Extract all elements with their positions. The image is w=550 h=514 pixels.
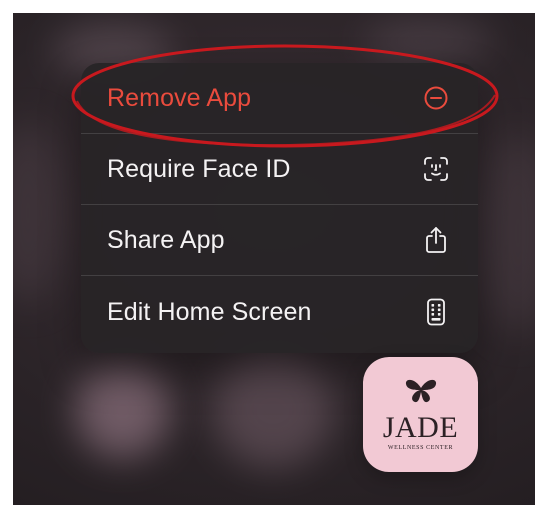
require-face-id-menu-item[interactable]: Require Face ID (81, 134, 478, 204)
blurred-app-icon (213, 353, 333, 468)
blurred-app-icon (75, 363, 170, 458)
blurred-app-icon (483, 133, 535, 333)
app-logo-subtext: WELLNESS CENTER (387, 445, 454, 451)
share-app-menu-item[interactable]: Share App (81, 205, 478, 275)
home-screen-background: Remove App Require Face ID Share App Edi… (13, 13, 535, 505)
blurred-app-icon (363, 21, 493, 61)
phone-apps-icon (422, 298, 450, 326)
face-id-icon (422, 155, 450, 183)
app-context-menu: Remove App Require Face ID Share App Edi… (81, 63, 478, 353)
blurred-app-icon (13, 123, 63, 303)
minus-circle-icon (422, 84, 450, 112)
app-logo-text: JADE (382, 411, 459, 444)
remove-app-label: Remove App (107, 83, 252, 112)
edit-home-screen-label: Edit Home Screen (107, 297, 312, 326)
share-icon (422, 226, 450, 254)
butterfly-icon (403, 378, 439, 411)
remove-app-menu-item[interactable]: Remove App (81, 63, 478, 133)
share-app-label: Share App (107, 225, 225, 254)
edit-home-screen-menu-item[interactable]: Edit Home Screen (81, 276, 478, 348)
jade-wellness-app-icon[interactable]: JADE WELLNESS CENTER (363, 357, 478, 472)
require-face-id-label: Require Face ID (107, 154, 291, 183)
